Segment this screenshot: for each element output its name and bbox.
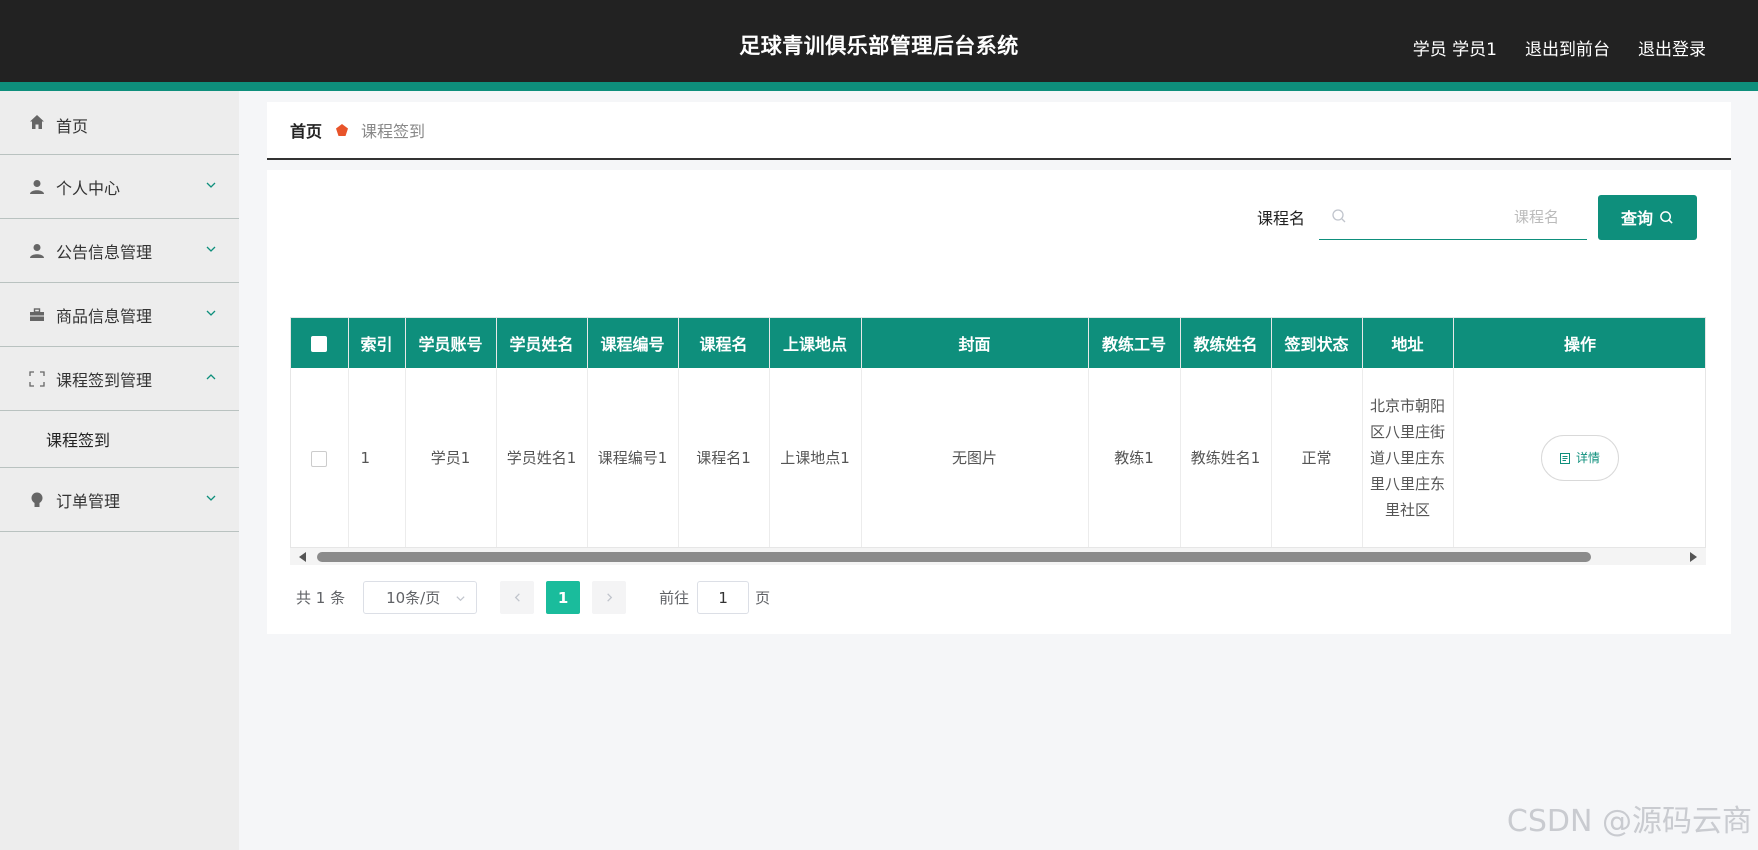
goto-label: 前往 [659,589,690,607]
pagination-total: 共 1 条 [296,589,346,607]
page-number-button[interactable]: 1 [546,581,581,614]
breadcrumb-home[interactable]: 首页 [290,118,322,142]
row-select-cell [291,368,349,550]
user-label[interactable]: 学员 学员1 [1413,35,1497,60]
bulb-icon [28,491,46,509]
column-header: 教练姓名 [1180,318,1272,368]
column-header: 签到状态 [1271,318,1363,368]
cell-course-name: 课程名1 [678,368,770,550]
breadcrumb-separator-icon [335,123,349,137]
pagination: 共 1 条 10条/页 1 前往 页 [296,581,770,614]
column-header: 上课地点 [769,318,862,368]
sidebar-item-label: 个人中心 [56,178,121,198]
user-icon [28,242,46,260]
watermark: CSDN @源码云商 [1506,804,1752,839]
cell-coach-no: 教练1 [1088,368,1181,550]
column-header: 地址 [1362,318,1454,368]
cell-address: 北京市朝阳区八里庄街道八里庄东里八里庄东里社区 [1362,368,1454,550]
page-size-select[interactable]: 10条/页 [363,581,478,614]
top-header: 足球青训俱乐部管理后台系统 学员 学员1 退出到前台 退出登录 [0,0,1758,91]
sidebar: 首页 个人中心 公告信息管理 商品信息管理 课程签到管理 课程签到 订单管理 [0,91,239,850]
table-header-row: 索引 学员账号 学员姓名 课程编号 课程名 上课地点 封面 教练工号 教练姓名 … [291,318,1705,368]
document-icon [1559,452,1570,464]
chevron-down-icon [206,246,216,252]
horizontal-scrollbar[interactable] [290,547,1706,565]
column-header: 操作 [1453,318,1705,368]
column-header: 索引 [348,318,406,368]
table-row: 1 学员1 学员姓名1 课程编号1 课程名1 上课地点1 无图片 教练1 教练姓… [291,368,1705,550]
exit-to-front-link[interactable]: 退出到前台 [1525,35,1610,60]
search-icon [1332,209,1346,223]
chevron-right-icon [606,593,612,602]
search-icon [1660,210,1673,224]
search-button[interactable]: 查询 [1598,194,1697,240]
chevron-up-icon [206,373,216,379]
detail-button-label: 详情 [1575,451,1600,466]
cell-coach-name: 教练姓名1 [1180,368,1272,550]
sidebar-item-label: 商品信息管理 [56,306,153,326]
sidebar-item-goods-management[interactable]: 商品信息管理 [0,283,239,347]
search-button-label: 查询 [1620,209,1653,228]
sidebar-item-label: 订单管理 [56,491,121,511]
search-row: 课程名 查询 [1257,194,1697,240]
page-size-value: 10条/页 [386,589,441,607]
search-input[interactable] [1319,194,1587,239]
sidebar-subitem-course-signin[interactable]: 课程签到 [0,411,239,468]
sidebar-item-label: 公告信息管理 [56,242,153,262]
chevron-down-icon [456,596,465,602]
column-header: 学员姓名 [496,318,588,368]
chevron-left-icon [514,593,520,602]
chevron-down-icon [206,310,216,316]
page-suffix-label: 页 [755,589,771,607]
search-field [1319,194,1587,240]
column-header: 封面 [861,318,1089,368]
chevron-down-icon [206,495,216,501]
home-icon [28,113,46,131]
user-icon [28,178,46,196]
select-all-checkbox[interactable] [311,336,328,352]
logout-link[interactable]: 退出登录 [1638,35,1706,60]
sidebar-item-label: 课程签到管理 [56,370,153,390]
main-content: 课程名 查询 索引 学员账号 学员姓名 课程编号 [267,170,1731,634]
column-header: 课程编号 [587,318,679,368]
detail-button[interactable]: 详情 [1541,435,1619,482]
select-all-cell [291,318,349,368]
cell-student-account: 学员1 [405,368,497,550]
sidebar-item-label: 首页 [56,117,89,136]
cell-location: 上课地点1 [769,368,862,550]
prev-page-button[interactable] [500,581,535,614]
row-checkbox[interactable] [311,450,328,467]
sidebar-item-order-management[interactable]: 订单管理 [0,468,239,532]
scrollbar-thumb[interactable] [317,552,1591,562]
chevron-down-icon [206,182,216,188]
column-header: 教练工号 [1088,318,1181,368]
breadcrumb: 首页 课程签到 [267,102,1731,160]
breadcrumb-current: 课程签到 [361,122,426,141]
search-label: 课程名 [1256,209,1305,228]
cell-actions: 详情 [1453,368,1705,550]
goto-page-input[interactable] [697,581,750,614]
column-header: 学员账号 [405,318,497,368]
cell-course-no: 课程编号1 [587,368,679,550]
scroll-left-arrow-icon[interactable] [299,552,306,562]
cell-cover: 无图片 [861,368,1089,550]
scroll-right-arrow-icon[interactable] [1690,552,1697,562]
sidebar-item-home[interactable]: 首页 [0,91,239,155]
frame-icon [28,370,46,388]
briefcase-icon [28,306,46,324]
header-links: 学员 学员1 退出到前台 退出登录 [1413,35,1706,60]
sidebar-item-course-signin-management[interactable]: 课程签到管理 [0,347,239,411]
sidebar-item-notice-management[interactable]: 公告信息管理 [0,219,239,283]
sidebar-item-personal-center[interactable]: 个人中心 [0,155,239,219]
data-table: 索引 学员账号 学员姓名 课程编号 课程名 上课地点 封面 教练工号 教练姓名 … [290,317,1706,557]
cell-status: 正常 [1271,368,1363,550]
column-header: 课程名 [678,318,770,368]
cell-student-name: 学员姓名1 [496,368,588,550]
cell-index: 1 [348,368,406,550]
next-page-button[interactable] [592,581,627,614]
